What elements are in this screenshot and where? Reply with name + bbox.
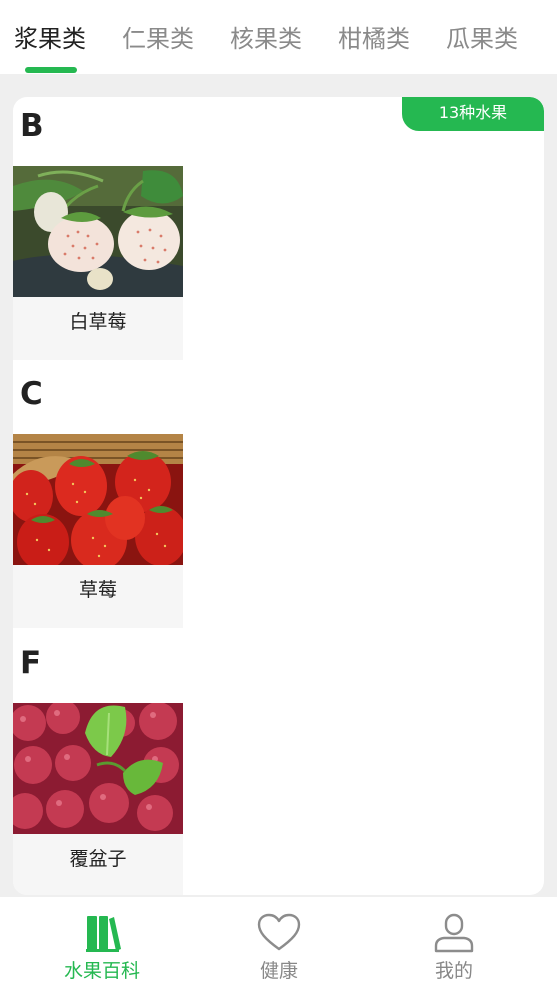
- nav-label: 健康: [259, 960, 298, 982]
- strawberry-photo: [13, 434, 183, 565]
- raspberry-photo: [13, 703, 183, 834]
- nav-fruit-encyclopedia[interactable]: 水果百科: [9, 897, 195, 991]
- user-icon: [432, 913, 476, 953]
- fruit-count-badge: 13种水果: [402, 97, 544, 131]
- group-letter-c: C: [20, 376, 43, 412]
- tab-stone-fruits[interactable]: 核果类: [230, 22, 302, 56]
- nav-label: 我的: [434, 960, 473, 982]
- tab-melons[interactable]: 瓜果类: [446, 22, 518, 56]
- book-icon: [80, 913, 124, 953]
- group-letter-b: B: [20, 108, 44, 144]
- white-strawberry-photo: [13, 166, 183, 297]
- fruit-name: 白草莓: [69, 311, 127, 333]
- nav-profile[interactable]: 我的: [361, 897, 547, 991]
- tab-pome-fruits[interactable]: 仁果类: [122, 22, 194, 56]
- active-tab-indicator: [25, 67, 77, 73]
- heart-icon: [257, 913, 301, 953]
- tab-citrus[interactable]: 柑橘类: [338, 22, 410, 56]
- fruit-name: 草莓: [78, 579, 117, 601]
- fruit-name: 覆盆子: [69, 848, 127, 870]
- nav-label: 水果百科: [63, 960, 140, 982]
- group-letter-f: F: [20, 645, 42, 681]
- fruit-list-card: 13种水果 B 白草莓 C 草莓 F 覆盆子: [13, 97, 544, 895]
- fruit-card-raspberry[interactable]: 覆盆子: [13, 703, 183, 895]
- bottom-navigation: 水果百科 健康 我的: [0, 897, 557, 991]
- nav-health[interactable]: 健康: [186, 897, 372, 991]
- category-tabs: 浆果类 仁果类 核果类 柑橘类 瓜果类: [0, 0, 557, 74]
- fruit-card-white-strawberry[interactable]: 白草莓: [13, 166, 183, 360]
- tab-berries[interactable]: 浆果类: [14, 22, 86, 56]
- fruit-card-strawberry[interactable]: 草莓: [13, 434, 183, 628]
